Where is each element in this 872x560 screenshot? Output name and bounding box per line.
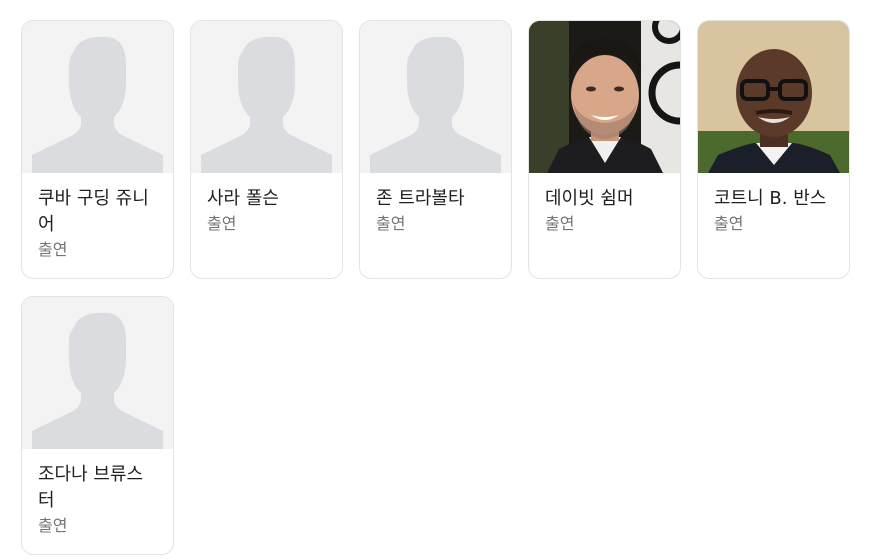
person-placeholder-icon bbox=[360, 21, 511, 173]
cast-role: 출연 bbox=[714, 214, 744, 233]
cast-grid: 쿠바 구딩 쥬니어 출연 사라 폴슨 출연 존 트라볼타 출연 데이빗 쉼머 출… bbox=[21, 20, 851, 555]
cast-card[interactable]: 사라 폴슨 출연 bbox=[190, 20, 343, 279]
cast-card[interactable]: 데이빗 쉼머 출연 bbox=[528, 20, 681, 279]
cast-name: 코트니 B. 반스 bbox=[714, 188, 827, 209]
cast-name: 쿠바 구딩 쥬니어 bbox=[38, 188, 149, 235]
cast-role: 출연 bbox=[38, 240, 68, 259]
portrait-photo bbox=[529, 21, 680, 173]
cast-card[interactable]: 쿠바 구딩 쥬니어 출연 bbox=[21, 20, 174, 279]
person-placeholder-icon bbox=[22, 21, 173, 173]
cast-card[interactable]: 조다나 브류스터 출연 bbox=[21, 296, 174, 555]
cast-role: 출연 bbox=[207, 214, 237, 233]
cast-name: 조다나 브류스터 bbox=[38, 464, 144, 511]
person-placeholder-icon bbox=[22, 297, 173, 449]
cast-role: 출연 bbox=[38, 516, 68, 535]
person-placeholder-icon bbox=[191, 21, 342, 173]
cast-role: 출연 bbox=[376, 214, 406, 233]
cast-name: 존 트라볼타 bbox=[376, 188, 465, 209]
cast-card[interactable]: 코트니 B. 반스 출연 bbox=[697, 20, 850, 279]
cast-name: 사라 폴슨 bbox=[207, 188, 279, 209]
portrait-photo bbox=[698, 21, 849, 173]
cast-name: 데이빗 쉼머 bbox=[545, 188, 634, 209]
cast-card[interactable]: 존 트라볼타 출연 bbox=[359, 20, 512, 279]
cast-role: 출연 bbox=[545, 214, 575, 233]
